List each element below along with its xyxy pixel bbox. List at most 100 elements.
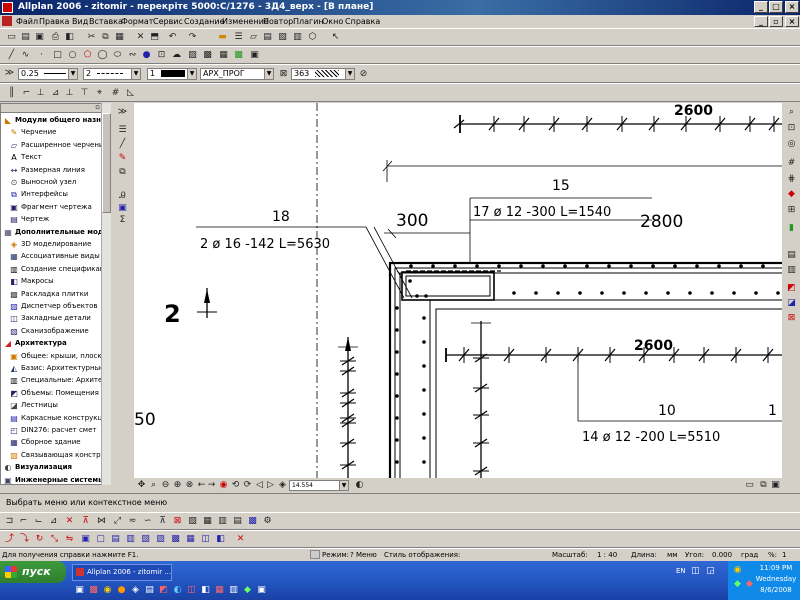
zoom-window-icon[interactable]: ⊡	[786, 123, 797, 134]
pen-icon[interactable]: ✎	[117, 153, 128, 164]
menu-file[interactable]: Файл	[16, 16, 38, 27]
cad-drawing[interactable]: 2600 15 18 2 ø 16 -142 L=5630 300 17 ø 1…	[134, 103, 782, 478]
tree-item[interactable]: ▣ Общее: крыши, плоскости	[9, 350, 109, 362]
quicklaunch-12-icon[interactable]: ▥	[228, 585, 239, 596]
redo-icon[interactable]: ↷	[187, 32, 198, 43]
expand-icon[interactable]: ≫	[117, 107, 128, 118]
panel-icon[interactable]: ▤	[786, 250, 797, 261]
layers-icon[interactable]: ☰	[117, 125, 128, 136]
stretch-tool-icon[interactable]: ▥	[125, 534, 136, 545]
quicklaunch-2-icon[interactable]: ▩	[88, 585, 99, 596]
quicklaunch-11-icon[interactable]: ▦	[214, 585, 225, 596]
quicklaunch-7-icon[interactable]: ◩	[158, 585, 169, 596]
sheet-icon[interactable]: ◧	[215, 534, 226, 545]
rebar-icon[interactable]: ⋕	[786, 174, 797, 185]
move-right-icon[interactable]: →	[206, 480, 217, 491]
tray-icon-1[interactable]: ◉	[732, 565, 743, 576]
copy-icon[interactable]: ⧉	[100, 32, 111, 43]
erase-icon[interactable]: ⊠	[172, 516, 183, 527]
explode-icon[interactable]: ▤	[232, 516, 243, 527]
tree-item[interactable]: A Текст	[9, 151, 109, 163]
undo-icon[interactable]: ↶	[167, 32, 178, 43]
menu-repeat[interactable]: Повтор	[263, 16, 293, 27]
hatch-select[interactable]: 363 ▼	[291, 68, 355, 80]
line-type-select[interactable]: 2 ▼	[83, 68, 141, 80]
tree-item[interactable]: ⧉ Интерфейсы	[9, 188, 109, 200]
cloud-icon[interactable]: ☁	[171, 50, 182, 61]
zoom-icon[interactable]: ⌕	[148, 480, 159, 491]
scale-icon[interactable]: ⤡	[49, 534, 60, 545]
window-tile-icon[interactable]: ▭	[744, 480, 755, 491]
spline-icon[interactable]: ∾	[127, 50, 138, 61]
extend-icon[interactable]: ⊿	[48, 516, 59, 527]
offset-icon[interactable]: ≂	[127, 516, 138, 527]
quicklaunch-9-icon[interactable]: ◫	[186, 585, 197, 596]
tree-item[interactable]: ▥ Создание спецификаций	[9, 263, 109, 275]
menu-plugin[interactable]: Плагин	[293, 16, 324, 27]
tree-section[interactable]: ◢ Архитектура	[3, 337, 103, 349]
table-icon[interactable]: ▮	[786, 223, 797, 234]
ellipse-icon[interactable]: ⬭	[112, 50, 123, 61]
new-file-icon[interactable]: ▭	[6, 32, 17, 43]
previous-view-icon[interactable]: ◁	[254, 480, 265, 491]
join-icon[interactable]: ⋈	[96, 516, 107, 527]
zoom-all-icon[interactable]: ◎	[786, 139, 797, 150]
quicklaunch-10-icon[interactable]: ◧	[200, 585, 211, 596]
fill-icon[interactable]: ●	[141, 50, 152, 61]
chamfer-icon[interactable]: ⌙	[33, 516, 44, 527]
chevron-down-icon[interactable]: ▼	[131, 69, 140, 79]
error-icon[interactable]: ⊠	[786, 313, 797, 324]
tree-item[interactable]: ▱ Расширенное черчение	[9, 139, 109, 151]
menu-service[interactable]: Сервис	[153, 16, 183, 27]
props-icon[interactable]: ⚙	[262, 516, 273, 527]
fileset-icon[interactable]: ▧	[277, 32, 288, 43]
quicklaunch-3-icon[interactable]: ◉	[102, 585, 113, 596]
transform-icon[interactable]: ▣	[80, 534, 91, 545]
snap-angle-icon[interactable]: ◺	[125, 88, 136, 99]
quicklaunch-6-icon[interactable]: ▤	[144, 585, 155, 596]
circle-icon[interactable]: ○	[67, 50, 78, 61]
expand-icon[interactable]: ≫	[4, 68, 15, 79]
zoom-out-icon[interactable]: ⊖	[160, 480, 171, 491]
polygon-icon[interactable]: ⬠	[82, 50, 93, 61]
tray-icon-2[interactable]: ◆	[732, 579, 743, 590]
tree-item[interactable]: ▤ Чертеж	[9, 213, 109, 225]
angle-value[interactable]: 0.000	[712, 551, 732, 559]
copy-along-icon[interactable]: ▢	[95, 534, 106, 545]
image-icon[interactable]: ▣	[249, 50, 260, 61]
minimize-button[interactable]: _	[754, 1, 768, 13]
grid-snap-icon[interactable]: #	[786, 158, 797, 169]
arc-icon[interactable]: ◯	[97, 50, 108, 61]
snap-perp-icon[interactable]: ⊥	[64, 88, 75, 99]
tree-item[interactable]: ◧ Макросы	[9, 275, 109, 287]
quicklaunch-13-icon[interactable]: ◆	[242, 585, 253, 596]
sum-icon[interactable]: Σ	[117, 215, 128, 226]
point-icon[interactable]: ·	[36, 50, 47, 61]
color-select[interactable]: 1 ▼	[147, 68, 197, 80]
tree-item[interactable]: ↔ Размерная линия	[9, 164, 109, 176]
quicklaunch-14-icon[interactable]: ▣	[256, 585, 267, 596]
chevron-down-icon[interactable]: ▼	[339, 481, 348, 490]
menu-format[interactable]: Формат	[121, 16, 153, 27]
chevron-down-icon[interactable]: ▼	[187, 69, 196, 79]
grid-icon[interactable]: ║	[6, 88, 17, 99]
paste-icon[interactable]: ▦	[114, 32, 125, 43]
rotate-back-icon[interactable]: ⟳	[242, 480, 253, 491]
scroll-thumb[interactable]	[102, 113, 111, 213]
clock-time[interactable]: 11:09 PM	[752, 564, 800, 572]
plot-icon[interactable]: ▥	[292, 32, 303, 43]
tree-item[interactable]: ◪ Лестницы	[9, 399, 109, 411]
rotate3d-icon[interactable]: ▧	[140, 534, 151, 545]
export-icon[interactable]: ◩	[786, 283, 797, 294]
zoom-scale-select[interactable]: 14.554 ▼	[289, 480, 349, 491]
tree-item[interactable]: ◈ 3D моделирование	[9, 238, 109, 250]
tree-item[interactable]: ▣ Фрагмент чертежа	[9, 201, 109, 213]
parallel-icon[interactable]: ⊐	[4, 516, 15, 527]
tree-section[interactable]: ▦Дополнительные модули	[3, 226, 103, 238]
tree-item[interactable]: ▤ Каркасные конструкции	[9, 412, 109, 424]
task-button-allplan[interactable]: Allplan 2006 - zitomir ...	[72, 564, 172, 581]
copy-move-icon[interactable]: ⤵	[19, 534, 30, 545]
menu-modify[interactable]: Изменение	[222, 16, 269, 27]
tree-scrollbar[interactable]	[101, 103, 111, 485]
project-icon[interactable]: ▤	[262, 32, 273, 43]
